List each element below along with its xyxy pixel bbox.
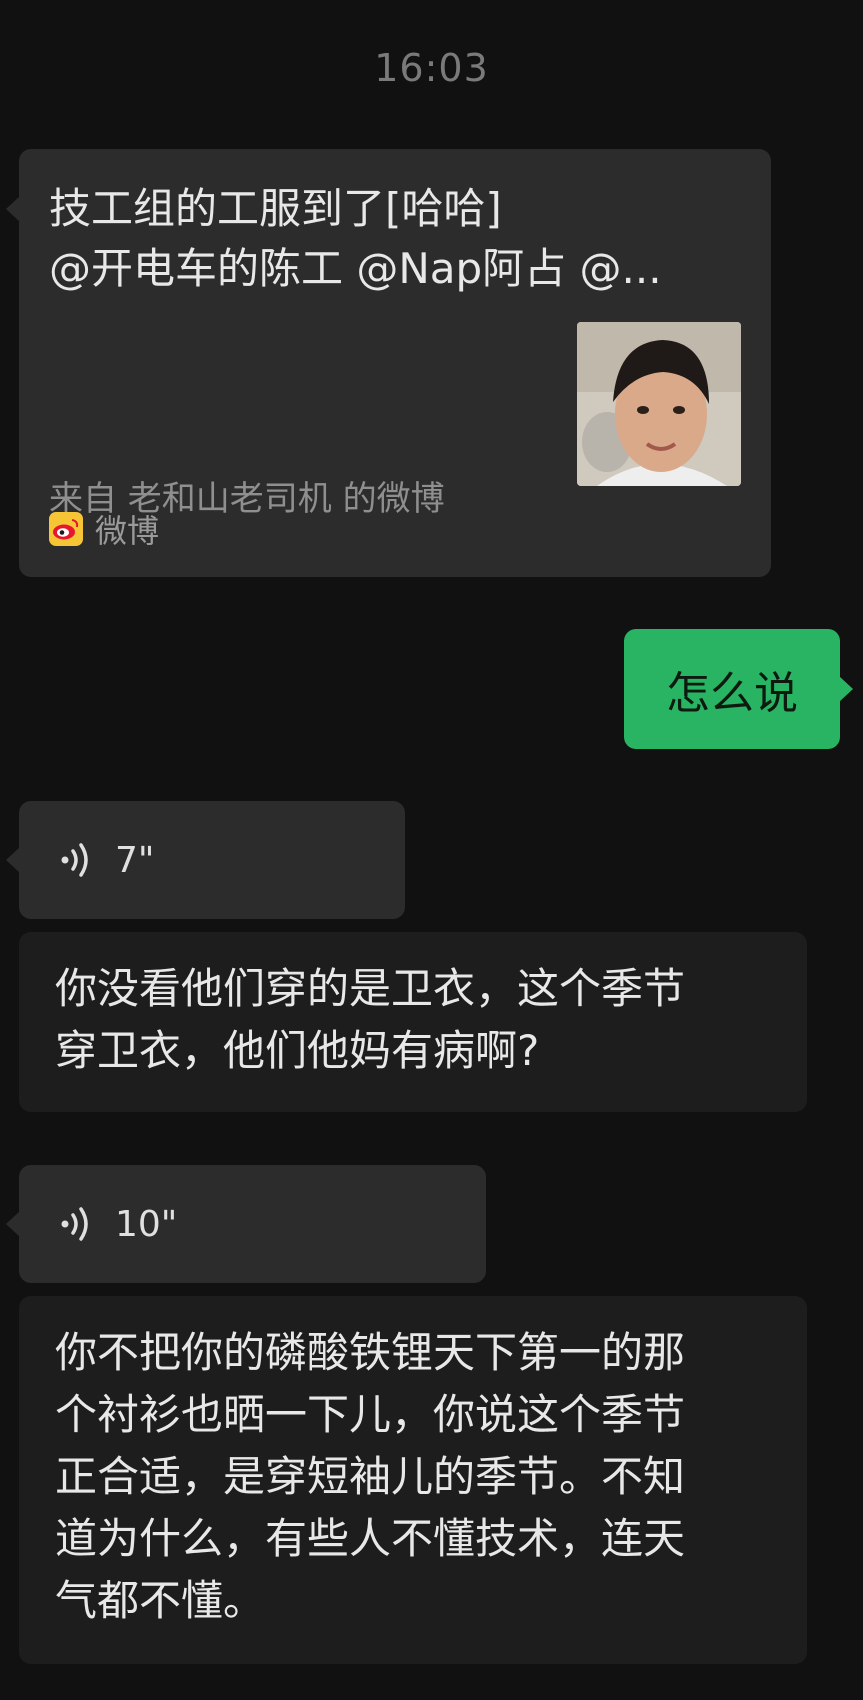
transcript-line: 气都不懂。 [55,1576,266,1625]
sent-message-text: 怎么说 [666,668,798,719]
voice-message-bubble[interactable]: 10" [6,1165,486,1283]
link-card-thumbnail [577,322,741,486]
timestamp: 16:03 [374,46,489,90]
transcript-line: 你没看他们穿的是卫衣，这个季节 [55,964,686,1013]
voice-transcript: 你不把你的磷酸铁锂天下第一的那 个衬衫也晒一下儿，你说这个季节 正合适，是穿短袖… [19,1296,807,1664]
transcript-line: 正合适，是穿短袖儿的季节。不知 [55,1452,686,1501]
voice-duration: 10" [115,1203,178,1245]
voice-wave-icon [61,843,88,877]
voice-transcript: 你没看他们穿的是卫衣，这个季节 穿卫衣，他们他妈有病啊? [19,932,807,1112]
link-card-source-label: 微博 [95,512,160,550]
weibo-logo-icon [49,512,83,546]
link-card-title-line: 技工组的工服到了[哈哈] [49,184,502,233]
link-card-title-line: @开电车的陈工 @Nap阿占 @... [49,244,662,293]
transcript-line: 你不把你的磷酸铁锂天下第一的那 [55,1328,686,1377]
transcript-line: 道为什么，有些人不懂技术，连天 [55,1514,686,1563]
link-card-title: 技工组的工服到了[哈哈] @开电车的陈工 @Nap阿占 @... [49,179,749,299]
transcript-line: 穿卫衣，他们他妈有病啊? [55,1026,540,1075]
sent-message-bubble[interactable]: 怎么说 [624,629,853,749]
transcript-line: 个衬衫也晒一下儿，你说这个季节 [55,1390,686,1439]
voice-wave-icon [61,1207,88,1241]
link-card-source: 微博 [49,511,159,550]
weibo-link-card[interactable]: 技工组的工服到了[哈哈] @开电车的陈工 @Nap阿占 @... 来自 老和山老… [6,149,771,577]
voice-duration: 7" [115,839,155,881]
voice-message-bubble[interactable]: 7" [6,801,405,919]
